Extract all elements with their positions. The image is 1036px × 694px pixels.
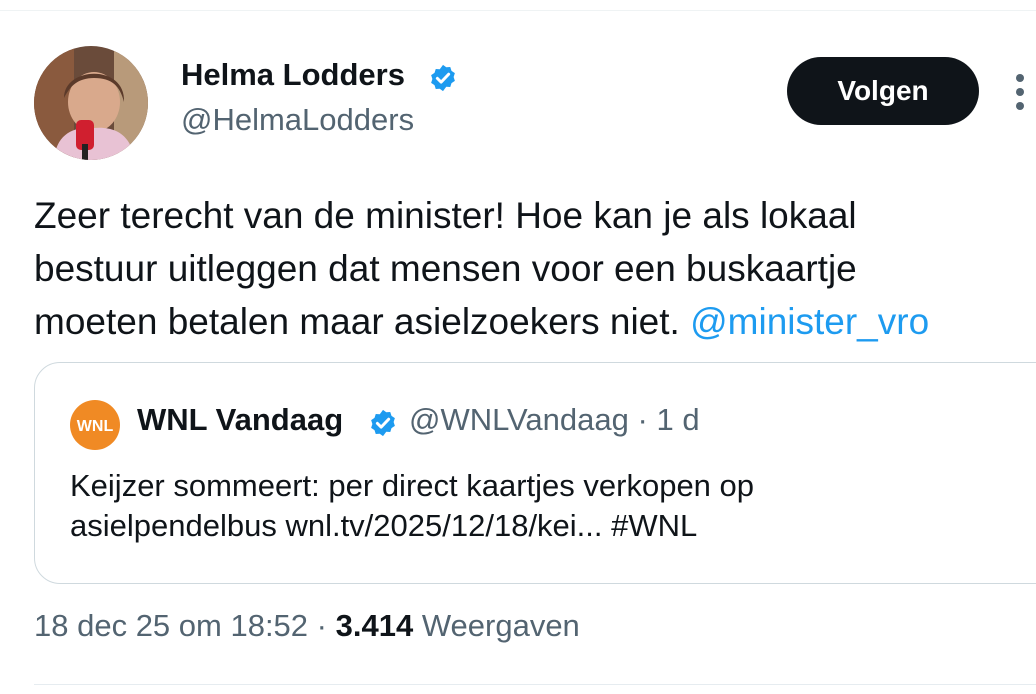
quoted-handle-text: @WNLVandaag xyxy=(409,402,629,437)
verified-badge-icon xyxy=(371,409,395,437)
time-separator: · xyxy=(637,402,648,437)
hashtag-link[interactable]: #WNL xyxy=(611,508,697,543)
author-handle[interactable]: @HelmaLodders xyxy=(181,102,414,138)
mention-link[interactable]: @minister_vro xyxy=(690,301,929,342)
quoted-line-text: asielpendelbus wnl.tv/2025/12/18/kei... xyxy=(70,508,612,543)
views-label: Weergaven xyxy=(421,608,580,643)
tweet-line: bestuur uitleggen dat mensen voor een bu… xyxy=(34,248,857,289)
tweet-line-text: moeten betalen maar asielzoekers niet. xyxy=(34,301,691,342)
more-options-icon[interactable] xyxy=(1013,72,1027,112)
follow-button[interactable]: Volgen xyxy=(787,57,979,125)
quoted-tweet-card[interactable]: WNL WNL Vandaag @WNLVandaag · 1 d Keijze… xyxy=(34,362,1036,584)
tweet-line: Zeer terecht van de minister! Hoe kan je… xyxy=(34,195,857,236)
tweet-text: Zeer terecht van de minister! Hoe kan je… xyxy=(34,189,1036,348)
timestamp[interactable]: 18 dec 25 om 18:52 xyxy=(34,608,308,643)
meta-separator: · xyxy=(316,608,327,643)
quoted-line: Keijzer sommeert: per direct kaartjes ve… xyxy=(70,468,755,503)
tweet-detail: Helma Lodders @HelmaLodders Volgen Zeer … xyxy=(0,0,1036,694)
author-avatar[interactable] xyxy=(34,46,148,160)
quoted-line: asielpendelbus wnl.tv/2025/12/18/kei... … xyxy=(70,506,754,546)
quoted-tweet-text: Keijzer sommeert: per direct kaartjes ve… xyxy=(70,466,754,546)
tweet-line: moeten betalen maar asielzoekers niet. @… xyxy=(34,295,1036,348)
author-name[interactable]: Helma Lodders xyxy=(181,57,405,93)
profile-photo-icon xyxy=(34,46,148,160)
top-divider xyxy=(0,10,1036,11)
quoted-time: 1 d xyxy=(656,402,700,437)
quoted-author-handle[interactable]: @WNLVandaag · 1 d xyxy=(409,402,700,438)
quoted-author-name[interactable]: WNL Vandaag xyxy=(137,402,343,438)
wnl-logo-icon: WNL xyxy=(70,400,120,450)
logo-text: WNL xyxy=(77,418,114,435)
bottom-divider xyxy=(34,684,1036,685)
verified-badge-icon xyxy=(431,64,455,92)
views-count: 3.414 xyxy=(335,608,414,643)
tweet-meta: 18 dec 25 om 18:52 · 3.414 Weergaven xyxy=(34,608,580,644)
